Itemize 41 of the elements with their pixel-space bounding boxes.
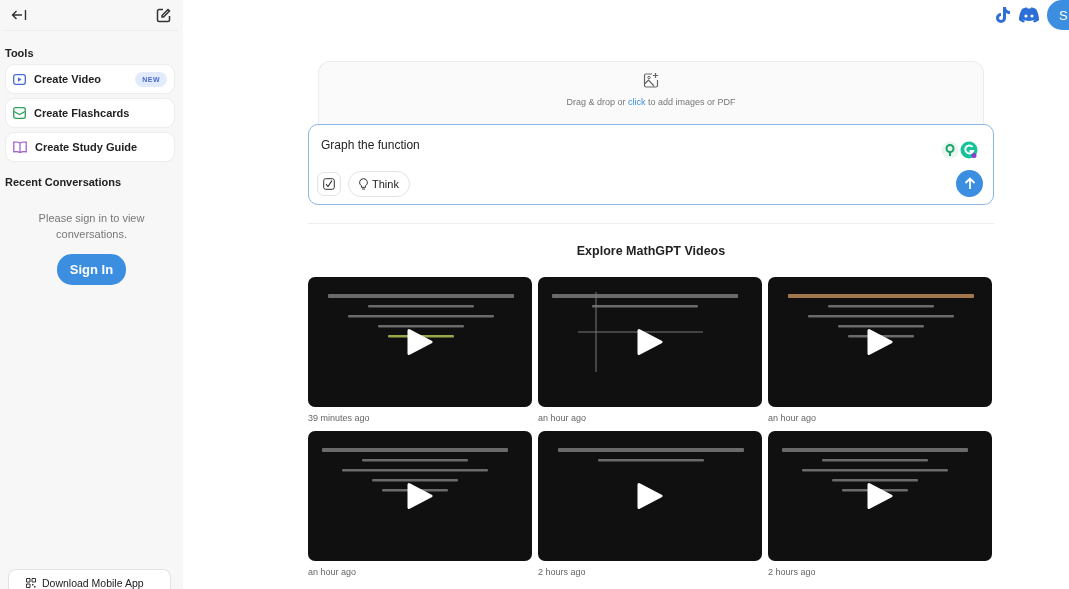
play-icon xyxy=(867,328,893,356)
tiktok-icon[interactable] xyxy=(995,6,1011,24)
section-title: Explore MathGPT Videos xyxy=(575,244,727,258)
play-icon xyxy=(637,482,663,510)
empty-message: Please sign in to view conversations. xyxy=(37,211,146,242)
video-time: an hour ago xyxy=(538,413,588,425)
play-icon xyxy=(867,482,893,510)
add-image-icon xyxy=(642,71,660,89)
arrow-up-icon xyxy=(963,177,976,190)
lightbulb-icon xyxy=(359,177,368,190)
prompt-field[interactable]: Graph the function xyxy=(321,138,621,152)
check-square-icon xyxy=(323,177,335,190)
upload-dropzone[interactable]: Drag & drop or click to add images or PDF xyxy=(318,61,984,124)
video-time: 39 minutes ago xyxy=(308,413,371,425)
section-heading: Recent Conversations xyxy=(5,176,123,188)
discord-icon[interactable] xyxy=(1018,7,1040,23)
cards-icon xyxy=(13,107,26,119)
think-button[interactable]: Think xyxy=(348,170,410,197)
tool-item[interactable]: Create Flashcards xyxy=(5,98,175,128)
qr-code-icon xyxy=(26,577,36,588)
video-time: 2 hours ago xyxy=(768,567,817,579)
collapse-sidebar-button[interactable] xyxy=(11,9,27,21)
video-icon xyxy=(13,73,26,85)
video-time: 2 hours ago xyxy=(538,567,587,579)
check-square-button[interactable] xyxy=(317,171,341,196)
click-link[interactable]: click xyxy=(628,96,646,107)
video-time: an hour ago xyxy=(768,413,818,425)
book-icon xyxy=(13,141,27,153)
section-heading: Tools xyxy=(5,47,35,59)
play-icon xyxy=(637,328,663,356)
grammar-assistant-icon[interactable] xyxy=(960,141,978,159)
prompt-box[interactable]: Graph the function Think xyxy=(308,124,994,205)
pin-icon[interactable] xyxy=(941,141,959,159)
play-icon xyxy=(407,482,433,510)
tool-item[interactable]: Create Study Guide xyxy=(5,132,175,162)
play-icon xyxy=(407,328,433,356)
upload-hint: Drag & drop or click to add images or PDF xyxy=(566,96,736,107)
download-app-button[interactable]: Download Mobile App xyxy=(8,569,171,589)
new-chat-button[interactable] xyxy=(156,7,171,23)
video-time: an hour ago xyxy=(308,567,358,579)
send-button[interactable] xyxy=(956,170,983,197)
